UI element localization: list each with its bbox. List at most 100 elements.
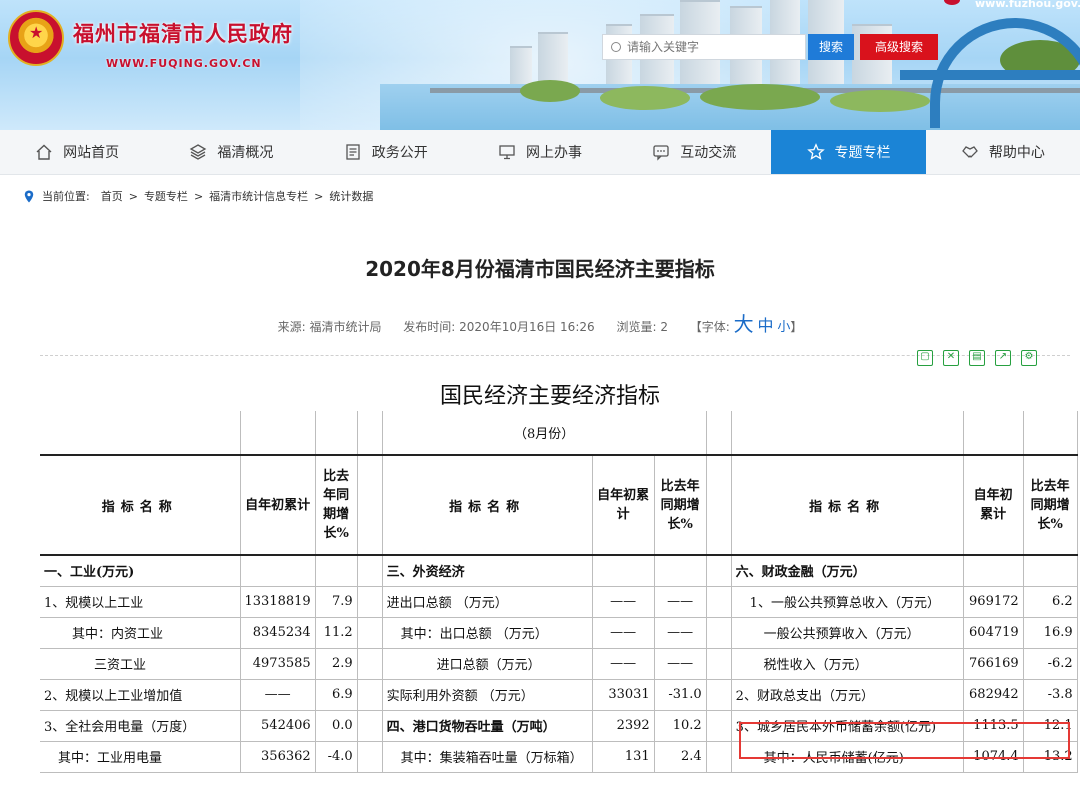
indicator-name: 其中：出口总额 （万元） bbox=[382, 617, 593, 649]
table-row: 1、规模以上工业 13318819 7.9 进出口总额 （万元） —— —— 1… bbox=[40, 586, 1078, 618]
indicator-name: 一般公共预算收入（万元） bbox=[731, 617, 964, 649]
breadcrumb-link[interactable]: 首页 bbox=[101, 188, 123, 204]
print-icon[interactable]: ▤ bbox=[969, 350, 985, 366]
growth-value: -6.2 bbox=[1023, 648, 1078, 680]
table-cell bbox=[357, 710, 383, 742]
indicator-name: 其中：工业用电量 bbox=[40, 741, 241, 773]
indicator-name: 三、外资经济 bbox=[382, 555, 593, 587]
layers-icon bbox=[189, 143, 207, 161]
breadcrumb-current[interactable]: 统计数据 bbox=[329, 188, 373, 204]
banner-tree bbox=[700, 84, 820, 110]
breadcrumb-separator: > bbox=[314, 189, 324, 203]
column-header-growth: 比去年同期增长% bbox=[654, 454, 707, 556]
font-size-prefix: 【字体: bbox=[689, 320, 730, 334]
breadcrumb-separator: > bbox=[193, 189, 204, 203]
cumulative-value: 131 bbox=[592, 741, 655, 773]
cumulative-value: 969172 bbox=[963, 586, 1024, 618]
growth-value: 16.9 bbox=[1023, 617, 1078, 649]
font-size-suffix: 】 bbox=[790, 320, 803, 334]
indicator-name: 2、财政总支出（万元） bbox=[731, 679, 964, 711]
nav-item-label: 福清概况 bbox=[217, 145, 274, 161]
table-cell bbox=[40, 411, 241, 456]
article-meta: 来源: 福清市统计局 发布时间: 2020年10月16日 16:26 浏览量: … bbox=[0, 308, 1080, 337]
breadcrumb-separator: > bbox=[128, 189, 138, 203]
growth-value: 6.2 bbox=[1023, 586, 1078, 618]
share-icon[interactable]: ↗ bbox=[995, 350, 1011, 366]
nav-item-special-topics[interactable]: 专题专栏 bbox=[771, 130, 926, 174]
breadcrumb: 当前位置: 首页 > 专题专栏 > 福清市统计信息专栏 > 统计数据 bbox=[24, 188, 374, 204]
growth-value: -3.8 bbox=[1023, 679, 1078, 711]
table-cell bbox=[706, 586, 732, 618]
growth-value: —— bbox=[654, 648, 707, 680]
table-cell bbox=[706, 648, 732, 680]
national-emblem-logo[interactable] bbox=[8, 10, 64, 66]
nav-item-interaction[interactable]: 互动交流 bbox=[617, 130, 771, 174]
cumulative-value: 604719 bbox=[963, 617, 1024, 649]
banner-tree bbox=[830, 90, 930, 112]
breadcrumb-link[interactable]: 福清市统计信息专栏 bbox=[209, 188, 308, 204]
growth-value: 11.2 bbox=[315, 617, 358, 649]
document-icon bbox=[344, 143, 362, 161]
location-pin-icon bbox=[24, 190, 34, 202]
site-url[interactable]: WWW.FUQING.GOV.CN bbox=[106, 57, 262, 70]
cumulative-value: —— bbox=[240, 679, 316, 711]
indicator-name: 进出口总额 （万元） bbox=[382, 586, 593, 618]
settings-icon[interactable]: ⚙ bbox=[1021, 350, 1037, 366]
table-cell bbox=[731, 411, 964, 456]
top-right-link[interactable]: www.fuzhou.gov.cn bbox=[975, 0, 1080, 10]
column-header-cumulative: 自年初累计 bbox=[592, 454, 655, 556]
article-views: 浏览量: 2 bbox=[616, 320, 668, 334]
header-banner: 福州市福清市人民政府 WWW.FUQING.GOV.CN www.fuzhou.… bbox=[0, 0, 1080, 130]
font-size-large-link[interactable]: 大 bbox=[734, 312, 754, 336]
divider bbox=[40, 355, 1070, 356]
cumulative-value: —— bbox=[592, 586, 655, 618]
growth-value: 2.4 bbox=[654, 741, 707, 773]
indicator-name: 三资工业 bbox=[40, 648, 241, 680]
indicator-name: 1、规模以上工业 bbox=[40, 586, 241, 618]
breadcrumb-prefix: 当前位置: bbox=[42, 190, 90, 203]
table-row: 一、工业(万元) 三、外资经济 六、财政金融（万元） bbox=[40, 555, 1078, 587]
breadcrumb-link[interactable]: 专题专栏 bbox=[144, 188, 188, 204]
indicator-name: 其中：内资工业 bbox=[40, 617, 241, 649]
search-button[interactable]: 搜索 bbox=[808, 34, 854, 60]
nav-item-label: 互动交流 bbox=[680, 145, 737, 161]
indicator-name: 其中：集装箱吞吐量（万标箱） bbox=[382, 741, 593, 773]
growth-value: —— bbox=[654, 586, 707, 618]
monitor-icon bbox=[498, 143, 516, 161]
table-row: 其中：内资工业 8345234 11.2 其中：出口总额 （万元） —— —— … bbox=[40, 617, 1078, 649]
indicator-name: 税性收入（万元） bbox=[731, 648, 964, 680]
table-cell bbox=[963, 411, 1024, 456]
indicator-name: 一、工业(万元) bbox=[40, 555, 241, 587]
font-size-small-link[interactable]: 小 bbox=[777, 320, 790, 335]
search-icon bbox=[611, 42, 621, 52]
cumulative-value: —— bbox=[592, 648, 655, 680]
table-cell bbox=[706, 454, 732, 556]
nav-item-help-center[interactable]: 帮助中心 bbox=[926, 130, 1080, 174]
table-cell bbox=[357, 648, 383, 680]
nav-item-label: 网上办事 bbox=[525, 145, 582, 161]
cumulative-value: 766169 bbox=[963, 648, 1024, 680]
search-input[interactable] bbox=[627, 40, 797, 54]
search-box[interactable] bbox=[602, 34, 806, 60]
cumulative-value: 542406 bbox=[240, 710, 316, 742]
growth-value bbox=[654, 555, 707, 587]
table-cell bbox=[357, 411, 383, 456]
nav-item-online-service[interactable]: 网上办事 bbox=[463, 130, 617, 174]
font-size-medium-link[interactable]: 中 bbox=[758, 316, 774, 335]
fullscreen-icon[interactable]: ▢ bbox=[917, 350, 933, 366]
column-header-indicator: 指标名称 bbox=[40, 454, 241, 556]
statistics-table: （8月份） 指标名称 自年初累计 比去年同期增长% 指标名称 自年初累计 比去年… bbox=[40, 411, 1078, 773]
site-title[interactable]: 福州市福清市人民政府 bbox=[73, 18, 293, 48]
nav-item-public-affairs[interactable]: 政务公开 bbox=[309, 130, 463, 174]
cumulative-value: —— bbox=[592, 617, 655, 649]
column-header-indicator: 指标名称 bbox=[382, 454, 593, 556]
cumulative-value: 356362 bbox=[240, 741, 316, 773]
column-header-cumulative: 自年初累计 bbox=[240, 454, 316, 556]
advanced-search-button[interactable]: 高级搜索 bbox=[860, 34, 938, 60]
expand-icon[interactable]: ✕ bbox=[943, 350, 959, 366]
cumulative-value: 8345234 bbox=[240, 617, 316, 649]
indicator-name: 1、一般公共预算总收入（万元） bbox=[731, 586, 964, 618]
nav-item-home[interactable]: 网站首页 bbox=[0, 130, 154, 174]
cumulative-value bbox=[963, 555, 1024, 587]
nav-item-overview[interactable]: 福清概况 bbox=[154, 130, 308, 174]
